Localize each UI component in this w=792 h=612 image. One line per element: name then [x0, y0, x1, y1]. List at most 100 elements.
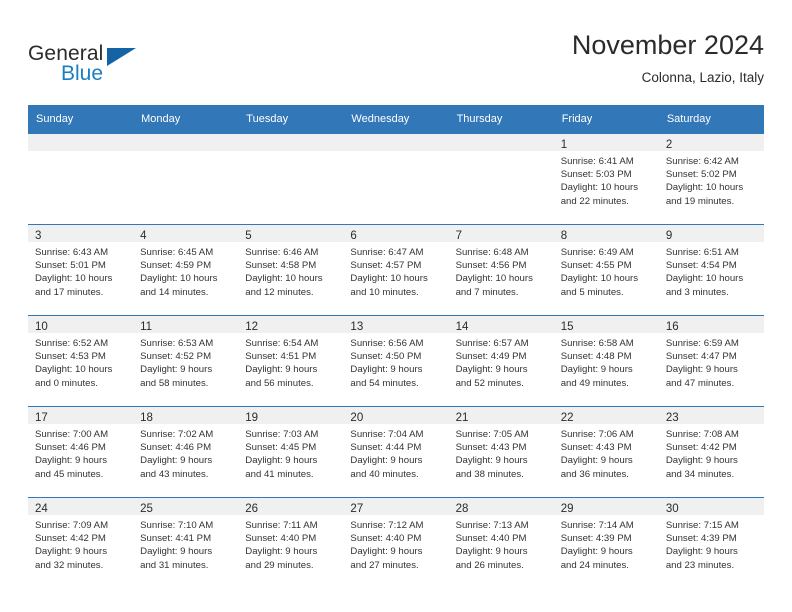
calendar-day-cell[interactable]: 1 Sunrise: 6:41 AM Sunset: 5:03 PM Daylight…: [553, 133, 659, 224]
day-number-band: 13: [343, 316, 449, 333]
calendar-day-cell[interactable]: 13 Sunrise: 6:56 AM Sunset: 4:50 PM Dayligh…: [343, 315, 449, 406]
calendar-day-cell[interactable]: 22 Sunrise: 7:06 AM Sunset: 4:43 PM Dayligh…: [553, 406, 659, 497]
calendar-day-content: 11 Sunrise: 6:53 AM Sunset: 4:52 PM Dayligh…: [133, 315, 239, 406]
sunrise-text: Sunrise: 7:09 AM: [35, 520, 109, 531]
calendar-day-cell[interactable]: 16 Sunrise: 6:59 AM Sunset: 4:47 PM Dayligh…: [658, 315, 764, 406]
calendar-day-content: 22 Sunrise: 7:06 AM Sunset: 4:43 PM Dayligh…: [553, 406, 659, 497]
day-number-band: 4: [133, 225, 239, 242]
day-details: Sunrise: 6:59 AM Sunset: 4:47 PM Daylight:…: [659, 333, 764, 390]
calendar-day-cell[interactable]: 29 Sunrise: 7:14 AM Sunset: 4:39 PM Dayligh…: [553, 497, 659, 588]
calendar-day-cell[interactable]: 15 Sunrise: 6:58 AM Sunset: 4:48 PM Dayligh…: [553, 315, 659, 406]
weekday-header-monday: Monday: [133, 105, 239, 133]
daylight-text-line2: and 54 minutes.: [350, 377, 419, 389]
calendar-day-cell[interactable]: 28 Sunrise: 7:13 AM Sunset: 4:40 PM Dayligh…: [448, 497, 554, 588]
calendar-day-cell[interactable]: 7 Sunrise: 6:48 AM Sunset: 4:56 PM Daylight…: [448, 224, 554, 315]
calendar-day-cell[interactable]: 3 Sunrise: 6:43 AM Sunset: 5:01 PM Daylight…: [28, 224, 134, 315]
sunset-text: Sunset: 4:46 PM: [140, 442, 212, 454]
daylight-text-line2: and 29 minutes.: [245, 559, 314, 571]
sunrise-text: Sunrise: 7:00 AM: [35, 429, 109, 440]
day-details: Sunrise: 6:46 AM Sunset: 4:58 PM Daylight:…: [238, 242, 343, 299]
brand-logo[interactable]: General Blue: [28, 34, 248, 92]
calendar-day-cell[interactable]: 14 Sunrise: 6:57 AM Sunset: 4:49 PM Dayligh…: [448, 315, 554, 406]
calendar-day-cell[interactable]: [133, 133, 239, 224]
day-details: Sunrise: 7:00 AM Sunset: 4:46 PM Daylight:…: [28, 424, 133, 481]
daylight-text-line1: Daylight: 10 hours: [560, 273, 639, 285]
title-block: November 2024 Colonna, Lazio, Italy: [572, 28, 764, 88]
calendar-day-cell[interactable]: 27 Sunrise: 7:12 AM Sunset: 4:40 PM Dayligh…: [343, 497, 449, 588]
daylight-text-line2: and 45 minutes.: [35, 468, 104, 480]
daylight-text-line2: and 14 minutes.: [140, 286, 209, 298]
calendar-day-content: 14 Sunrise: 6:57 AM Sunset: 4:49 PM Dayligh…: [448, 315, 554, 406]
day-details: Sunrise: 7:09 AM Sunset: 4:42 PM Daylight:…: [28, 515, 133, 572]
daylight-text-line1: Daylight: 9 hours: [665, 455, 738, 467]
calendar-day-cell[interactable]: 25 Sunrise: 7:10 AM Sunset: 4:41 PM Dayligh…: [133, 497, 239, 588]
daylight-text-line1: Daylight: 10 hours: [560, 182, 639, 194]
calendar-day-cell[interactable]: 5 Sunrise: 6:46 AM Sunset: 4:58 PM Daylight…: [238, 224, 344, 315]
daylight-text-line2: and 49 minutes.: [560, 377, 629, 389]
daylight-text-line1: Daylight: 9 hours: [140, 364, 213, 376]
sunrise-text: Sunrise: 6:56 AM: [350, 338, 424, 349]
daylight-text-line1: Daylight: 10 hours: [35, 273, 113, 285]
day-details: Sunrise: 6:48 AM Sunset: 4:56 PM Daylight:…: [449, 242, 554, 299]
day-details: Sunrise: 6:56 AM Sunset: 4:50 PM Daylight:…: [343, 333, 448, 390]
calendar-day-cell[interactable]: 2 Sunrise: 6:42 AM Sunset: 5:02 PM Daylight…: [658, 133, 764, 224]
calendar-day-cell[interactable]: 6 Sunrise: 6:47 AM Sunset: 4:57 PM Daylight…: [343, 224, 449, 315]
location-subtitle: Colonna, Lazio, Italy: [641, 70, 764, 85]
day-number: 21: [455, 412, 469, 424]
day-number: 22: [560, 412, 574, 424]
calendar-day-content: 16 Sunrise: 6:59 AM Sunset: 4:47 PM Dayligh…: [658, 315, 764, 406]
sunrise-text: Sunrise: 6:54 AM: [245, 338, 319, 349]
calendar-day-cell[interactable]: 21 Sunrise: 7:05 AM Sunset: 4:43 PM Dayligh…: [448, 406, 554, 497]
calendar-day-empty: [448, 133, 554, 224]
day-number: 11: [140, 321, 153, 333]
calendar-week-row: 17 Sunrise: 7:00 AM Sunset: 4:46 PM Dayligh…: [28, 406, 764, 497]
daylight-text-line1: Daylight: 9 hours: [665, 546, 738, 558]
sunset-text: Sunset: 5:02 PM: [665, 169, 737, 181]
sunrise-text: Sunrise: 6:57 AM: [455, 338, 529, 349]
daylight-text-line1: Daylight: 10 hours: [455, 273, 533, 285]
calendar-day-cell[interactable]: 20 Sunrise: 7:04 AM Sunset: 4:44 PM Dayligh…: [343, 406, 449, 497]
calendar-day-cell[interactable]: [238, 133, 344, 224]
sunset-text: Sunset: 4:43 PM: [455, 442, 527, 454]
calendar-day-cell[interactable]: 30 Sunrise: 7:15 AM Sunset: 4:39 PM Dayligh…: [658, 497, 764, 588]
calendar-day-cell[interactable]: 18 Sunrise: 7:02 AM Sunset: 4:46 PM Dayligh…: [133, 406, 239, 497]
sunrise-text: Sunrise: 6:41 AM: [560, 156, 634, 167]
calendar-day-cell[interactable]: [28, 133, 134, 224]
sunset-text: Sunset: 4:50 PM: [350, 351, 422, 363]
calendar-day-cell[interactable]: 4 Sunrise: 6:45 AM Sunset: 4:59 PM Daylight…: [133, 224, 239, 315]
calendar-day-cell[interactable]: 26 Sunrise: 7:11 AM Sunset: 4:40 PM Dayligh…: [238, 497, 344, 588]
calendar-day-cell[interactable]: 19 Sunrise: 7:03 AM Sunset: 4:45 PM Dayligh…: [238, 406, 344, 497]
calendar-day-cell[interactable]: 11 Sunrise: 6:53 AM Sunset: 4:52 PM Dayligh…: [133, 315, 239, 406]
daylight-text-line1: Daylight: 9 hours: [455, 546, 528, 558]
daylight-text-line1: Daylight: 10 hours: [665, 182, 744, 194]
calendar-day-cell[interactable]: 24 Sunrise: 7:09 AM Sunset: 4:42 PM Dayligh…: [28, 497, 134, 588]
daylight-text-line2: and 3 minutes.: [665, 286, 729, 298]
day-number-band: 27: [343, 498, 449, 515]
day-number: 26: [245, 503, 259, 515]
day-details: Sunrise: 7:11 AM Sunset: 4:40 PM Daylight:…: [238, 515, 343, 572]
daylight-text-line2: and 38 minutes.: [455, 468, 524, 480]
calendar-day-cell[interactable]: 8 Sunrise: 6:49 AM Sunset: 4:55 PM Daylight…: [553, 224, 659, 315]
daylight-text-line2: and 36 minutes.: [560, 468, 629, 480]
sunrise-text: Sunrise: 7:10 AM: [140, 520, 214, 531]
calendar-day-cell[interactable]: 17 Sunrise: 7:00 AM Sunset: 4:46 PM Dayligh…: [28, 406, 134, 497]
day-details: Sunrise: 7:08 AM Sunset: 4:42 PM Daylight:…: [659, 424, 764, 481]
day-number-band: 24: [28, 498, 134, 515]
calendar-day-cell[interactable]: 12 Sunrise: 6:54 AM Sunset: 4:51 PM Dayligh…: [238, 315, 344, 406]
day-number-band: 20: [343, 407, 449, 424]
day-number-band: 23: [658, 407, 764, 424]
calendar-day-cell[interactable]: [448, 133, 554, 224]
day-number: 18: [140, 412, 153, 424]
sunset-text: Sunset: 4:39 PM: [665, 533, 737, 545]
sunset-text: Sunset: 4:54 PM: [665, 260, 737, 272]
sunrise-text: Sunrise: 6:53 AM: [140, 338, 214, 349]
sunrise-text: Sunrise: 7:06 AM: [560, 429, 634, 440]
calendar-day-cell[interactable]: [343, 133, 449, 224]
weekday-header-thursday: Thursday: [448, 105, 554, 133]
calendar-day-content: 17 Sunrise: 7:00 AM Sunset: 4:46 PM Dayligh…: [28, 406, 134, 497]
calendar-day-cell[interactable]: 10 Sunrise: 6:52 AM Sunset: 4:53 PM Dayligh…: [28, 315, 134, 406]
calendar-day-cell[interactable]: 9 Sunrise: 6:51 AM Sunset: 4:54 PM Daylight…: [658, 224, 764, 315]
calendar-day-cell[interactable]: 23 Sunrise: 7:08 AM Sunset: 4:42 PM Dayligh…: [658, 406, 764, 497]
daylight-text-line2: and 32 minutes.: [35, 559, 104, 571]
sunset-text: Sunset: 4:52 PM: [140, 351, 212, 363]
